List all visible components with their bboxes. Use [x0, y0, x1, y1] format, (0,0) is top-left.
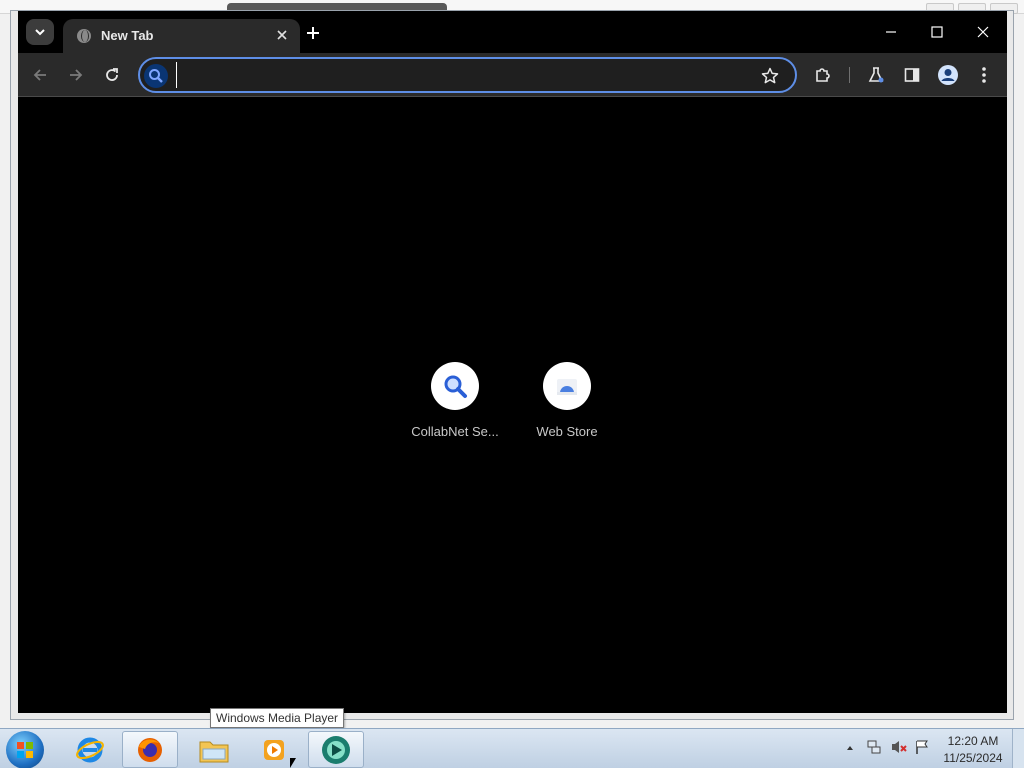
- taskbar-chrome[interactable]: [308, 731, 364, 768]
- menu-button[interactable]: [972, 63, 996, 87]
- show-desktop-button[interactable]: [1012, 729, 1024, 768]
- reload-button[interactable]: [98, 61, 126, 89]
- tab-search-button[interactable]: [26, 19, 54, 45]
- maximize-button[interactable]: [914, 17, 960, 47]
- avatar-icon: [938, 65, 958, 85]
- reload-icon: [106, 68, 118, 81]
- shortcut-icon-circle: [431, 362, 479, 410]
- address-input[interactable]: [176, 62, 736, 88]
- browser-toolbar: [18, 53, 1007, 97]
- globe-icon: [77, 29, 91, 43]
- network-tray-icon[interactable]: [866, 735, 882, 758]
- shortcut-icon-circle: [543, 362, 591, 410]
- new-tab-page: CollabNet Se... Web Store: [18, 98, 1007, 713]
- shortcut-tile-web-store[interactable]: Web Store: [511, 362, 623, 439]
- back-button[interactable]: [26, 61, 54, 89]
- close-window-button[interactable]: [960, 17, 1006, 47]
- folder-icon: [199, 741, 229, 762]
- forward-button[interactable]: [62, 61, 90, 89]
- show-hidden-icons-button[interactable]: [845, 735, 855, 756]
- chrome-icon: [322, 735, 350, 764]
- clock-time: 12:20 AM: [947, 734, 999, 748]
- taskbar: 12:20 AM 11/25/2024: [0, 728, 1024, 768]
- tab-title: New Tab: [101, 28, 154, 43]
- firefox-icon: [138, 737, 162, 762]
- chevron-up-icon: [847, 746, 853, 750]
- close-icon: [977, 26, 989, 38]
- close-icon: [277, 30, 287, 40]
- clock-date: 11/25/2024: [943, 751, 1003, 765]
- chrome-window: New Tab CollabNet Se... Web Store: [10, 10, 1014, 720]
- maximize-icon: [931, 26, 943, 38]
- flag-icon: [916, 740, 928, 754]
- shortcut-label: Web Store: [536, 424, 598, 439]
- tab-strip: New Tab: [18, 11, 1007, 53]
- chevron-down-icon: [35, 29, 45, 36]
- new-tab-button[interactable]: [301, 21, 325, 45]
- plus-icon: [307, 27, 319, 39]
- shortcut-label: CollabNet Se...: [411, 424, 499, 439]
- taskbar-file-explorer[interactable]: [186, 731, 242, 768]
- puzzle-icon: [816, 68, 830, 82]
- volume-muted-icon: [892, 741, 907, 753]
- profile-button[interactable]: [936, 63, 960, 87]
- shortcut-tile-collabnet[interactable]: CollabNet Se...: [399, 362, 511, 439]
- volume-tray-icon[interactable]: [890, 735, 908, 758]
- labs-button[interactable]: [864, 63, 888, 87]
- system-clock[interactable]: 12:20 AM 11/25/2024: [940, 733, 1006, 767]
- windows-logo-icon: [17, 742, 33, 758]
- extensions-button[interactable]: [811, 63, 835, 87]
- search-icon: [144, 64, 168, 88]
- arrow-right-icon: [70, 69, 83, 81]
- minimize-icon: [886, 31, 896, 33]
- address-bar[interactable]: [138, 57, 797, 93]
- taskbar-tooltip: Windows Media Player: [210, 708, 345, 728]
- chrome-window-content: New Tab CollabNet Se... Web Store: [18, 11, 1007, 713]
- tab-close-button[interactable]: [272, 25, 292, 45]
- flask-icon: [868, 67, 884, 83]
- minimize-button[interactable]: [868, 17, 914, 47]
- bookmark-star-button[interactable]: [759, 65, 781, 87]
- toolbar-divider: [849, 67, 850, 83]
- more-vert-icon: [982, 67, 986, 83]
- internet-explorer-icon: [76, 737, 104, 762]
- action-center-tray-icon[interactable]: [914, 735, 930, 758]
- taskbar-firefox[interactable]: [122, 731, 178, 768]
- tab-new-tab[interactable]: New Tab: [63, 19, 300, 53]
- media-player-icon: [264, 739, 284, 760]
- start-button[interactable]: [6, 731, 44, 768]
- side-panel-icon: [904, 68, 920, 82]
- network-icon: [867, 740, 881, 754]
- mouse-cursor: [290, 758, 296, 768]
- web-store-icon: [557, 379, 577, 395]
- side-panel-button[interactable]: [900, 63, 924, 87]
- arrow-left-icon: [33, 69, 46, 81]
- star-icon: [761, 67, 779, 84]
- search-icon: [444, 375, 467, 398]
- taskbar-internet-explorer[interactable]: [62, 731, 118, 768]
